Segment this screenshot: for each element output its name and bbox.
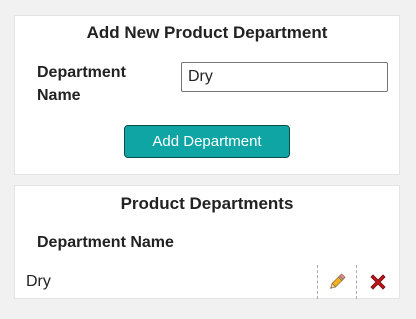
department-name-label: Department Name (37, 64, 126, 104)
pencil-icon (330, 273, 346, 289)
department-name-input[interactable] (181, 62, 388, 92)
add-department-button[interactable]: Add Department (124, 125, 290, 158)
product-departments-title: Product Departments (120, 194, 294, 213)
department-name-column-header: Department Name (37, 234, 174, 251)
table-row: Dry (15, 265, 399, 299)
product-departments-panel: Product Departments Department Name Dry (14, 185, 400, 299)
delete-x-icon (370, 274, 386, 290)
delete-button[interactable] (357, 265, 399, 299)
edit-button[interactable] (317, 265, 357, 299)
add-department-title: Add New Product Department (86, 23, 328, 42)
department-name-cell: Dry (26, 273, 51, 290)
add-department-panel: Add New Product Department Department Na… (14, 15, 400, 175)
